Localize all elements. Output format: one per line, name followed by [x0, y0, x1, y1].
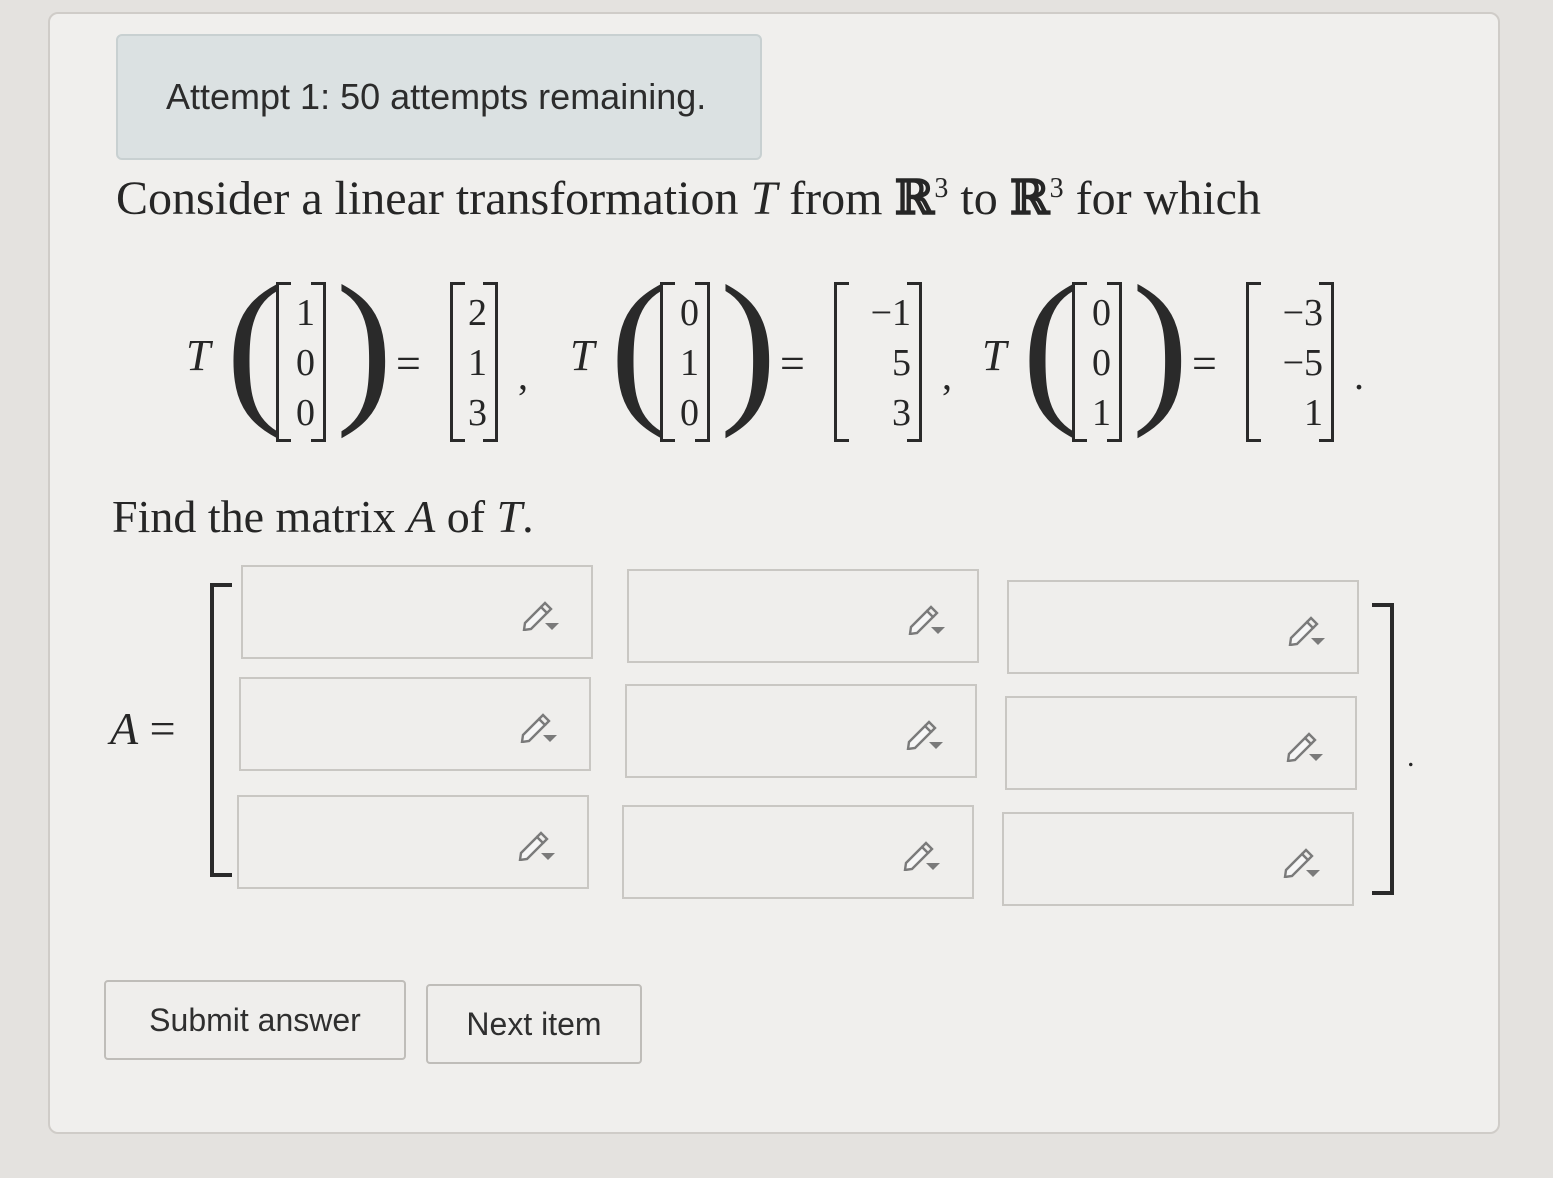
equation-separator: ,	[942, 353, 952, 398]
matrix-entry: 1	[1304, 392, 1323, 434]
matrix-entry: 5	[892, 342, 911, 384]
pencil-dropdown-icon[interactable]	[1285, 612, 1331, 647]
matrix-entry: 0	[680, 292, 699, 334]
prompt-T: T	[750, 172, 778, 225]
equals-sign: =	[780, 339, 805, 388]
equals-sign: =	[396, 339, 421, 388]
equals-sign: =	[1192, 339, 1217, 388]
pencil-dropdown-icon[interactable]	[900, 837, 946, 872]
equation-separator: .	[1354, 353, 1364, 398]
prompt-R-symbol-2: ℝ	[1009, 170, 1050, 226]
prompt-exp: 3	[934, 173, 949, 204]
attempt-banner: Attempt 1: 50 attempts remaining.	[116, 34, 762, 160]
input-vector: 0 0 1	[1072, 282, 1122, 442]
pencil-dropdown-icon[interactable]	[903, 716, 949, 751]
pencil-dropdown-icon[interactable]	[517, 709, 563, 744]
prompt-exp-2: 3	[1049, 173, 1064, 204]
matrix-entry: 3	[892, 392, 911, 434]
matrix-entry: 0	[296, 392, 315, 434]
matrix-label-eq: =	[138, 703, 176, 754]
answer-input-r2-c1[interactable]	[239, 677, 591, 771]
equation-separator: ,	[518, 353, 528, 398]
prompt-text-3: to	[948, 172, 1010, 225]
equation-T-label: T	[570, 331, 595, 380]
find-end: .	[522, 491, 534, 542]
prompt-text-4: for which	[1063, 172, 1261, 225]
matrix-entry: 0	[1092, 342, 1111, 384]
pencil-dropdown-icon[interactable]	[1280, 844, 1326, 879]
next-item-button[interactable]: Next item	[426, 984, 642, 1064]
pencil-dropdown-icon[interactable]	[515, 827, 561, 862]
question-prompt: Consider a linear transformation T from …	[116, 170, 1261, 226]
left-paren: (	[226, 251, 283, 439]
output-vector: −3 −5 1	[1246, 282, 1334, 442]
find-T: T	[496, 491, 523, 542]
matrix-entry: 0	[296, 342, 315, 384]
matrix-entry: 1	[468, 342, 487, 384]
matrix-entry: 1	[1092, 392, 1111, 434]
attempt-text: Attempt 1: 50 attempts remaining.	[166, 76, 707, 117]
find-text-1: Find the matrix	[112, 491, 408, 542]
find-instruction: Find the matrix A of T.	[112, 490, 534, 543]
matrix-entry: 1	[680, 342, 699, 384]
matrix-end-dot: .	[1407, 740, 1415, 773]
input-vector: 1 0 0	[276, 282, 326, 442]
matrix-entry: −5	[1282, 342, 1323, 384]
matrix-entry: 3	[468, 392, 487, 434]
answer-input-r3-c2[interactable]	[622, 805, 974, 899]
matrix-label-A: A	[110, 703, 139, 754]
answer-input-r1-c3[interactable]	[1007, 580, 1359, 674]
equation-T-label: T	[982, 331, 1007, 380]
matrix-entry: 0	[1092, 292, 1111, 334]
right-paren: )	[1132, 251, 1189, 439]
answer-input-r1-c1[interactable]	[241, 565, 593, 659]
matrix-entry: −1	[870, 292, 911, 334]
left-paren: (	[610, 251, 667, 439]
answer-input-r3-c1[interactable]	[237, 795, 589, 889]
matrix-entry: 0	[680, 392, 699, 434]
pencil-dropdown-icon[interactable]	[1283, 728, 1329, 763]
matrix-left-bracket	[210, 583, 232, 877]
output-vector: 2 1 3	[450, 282, 498, 442]
input-vector: 0 1 0	[660, 282, 710, 442]
prompt-text-1: Consider a linear transformation	[116, 172, 751, 225]
left-paren: (	[1022, 251, 1079, 439]
equation-T-label: T	[186, 331, 211, 380]
right-paren: )	[336, 251, 393, 439]
answer-input-r2-c2[interactable]	[625, 684, 977, 778]
prompt-text-2: from	[777, 172, 895, 225]
output-vector: −1 5 3	[834, 282, 922, 442]
answer-input-r2-c3[interactable]	[1005, 696, 1357, 790]
pencil-dropdown-icon[interactable]	[905, 601, 951, 636]
pencil-dropdown-icon[interactable]	[519, 597, 565, 632]
right-paren: )	[720, 251, 777, 439]
answer-input-r3-c3[interactable]	[1002, 812, 1354, 906]
matrix-entry: 2	[468, 292, 487, 334]
submit-answer-button[interactable]: Submit answer	[104, 980, 406, 1060]
matrix-label: A =	[110, 702, 176, 755]
transformation-equations: T(1 0 0) = 2 1 3, T(0 1 0) = −1 5 3, T(0 0 1) = −3 −5 1.	[186, 251, 1366, 462]
matrix-entry: 1	[296, 292, 315, 334]
find-A: A	[407, 491, 436, 542]
answer-input-r1-c2[interactable]	[627, 569, 979, 663]
matrix-right-bracket	[1372, 603, 1394, 895]
matrix-entry: −3	[1282, 292, 1323, 334]
prompt-R-symbol: ℝ	[894, 170, 935, 226]
find-text-2: of	[435, 491, 497, 542]
